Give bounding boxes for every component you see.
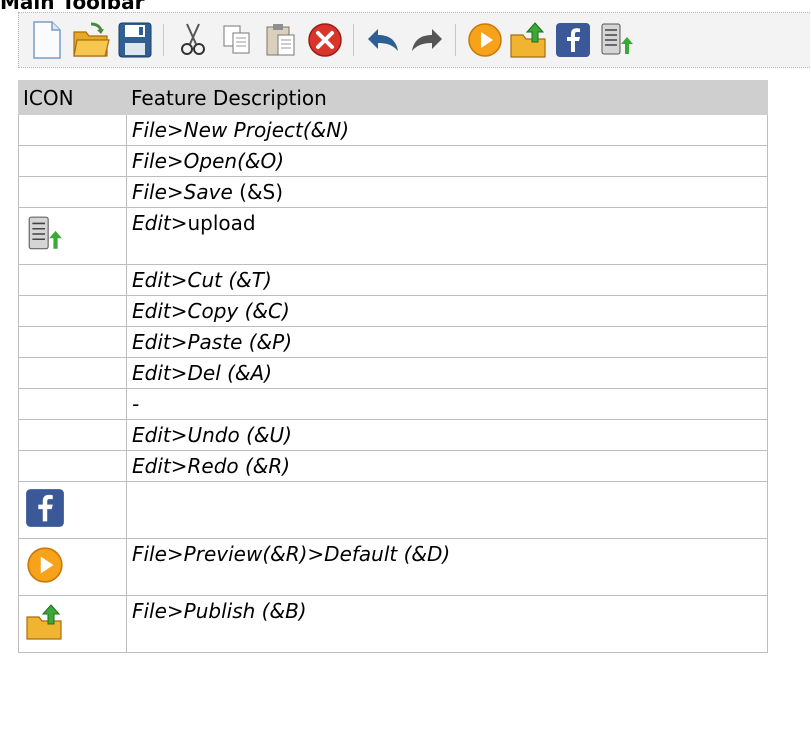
icon-cell — [18, 264, 127, 296]
new-project-button[interactable] — [25, 18, 69, 62]
description-cell: Edit>Cut (&T) — [126, 264, 768, 296]
icon-cell — [18, 357, 127, 389]
facebook-icon — [556, 23, 590, 57]
menu-path: File>New Project(&N) — [132, 118, 350, 142]
upload-server-icon — [601, 23, 633, 55]
description-cell: File>Preview(&R)>Default (&D) — [126, 538, 768, 596]
description-cell: Edit>Copy (&C) — [126, 295, 768, 327]
description-cell: Edit>Del (&A) — [126, 357, 768, 389]
description-cell: Edit>Redo (&R) — [126, 450, 768, 482]
icon-cell — [18, 595, 127, 653]
copy-icon — [223, 25, 250, 54]
undo-button[interactable] — [361, 18, 405, 62]
icon-cell — [18, 207, 127, 265]
publish-button[interactable] — [507, 18, 551, 62]
paste-button[interactable] — [259, 18, 303, 62]
table-row: Edit>Redo (&R) — [18, 450, 768, 482]
table-row: Edit>upload — [18, 207, 768, 265]
delete-button[interactable] — [303, 18, 347, 62]
facebook-button[interactable] — [551, 18, 595, 62]
save-floppy-icon — [118, 22, 152, 58]
preview-play-icon — [27, 547, 63, 583]
menu-path: - — [132, 392, 140, 416]
upload-button[interactable] — [595, 18, 639, 62]
new-document-icon — [33, 21, 61, 59]
page-title: Main Toolbar — [0, 0, 145, 14]
menu-path: File>Save — [132, 180, 233, 204]
description-cell: Edit>upload — [126, 207, 768, 265]
icon-cell — [18, 145, 127, 177]
open-button[interactable] — [69, 18, 113, 62]
paste-clipboard-icon — [266, 24, 295, 56]
description-cell: File>New Project(&N) — [126, 114, 768, 146]
icon-cell — [18, 538, 127, 596]
redo-button[interactable] — [405, 18, 449, 62]
preview-button[interactable] — [463, 18, 507, 62]
column-header-description: Feature Description — [126, 80, 768, 115]
icon-cell — [18, 450, 127, 482]
table-row: Edit>Undo (&U) — [18, 419, 768, 451]
delete-red-x-icon — [308, 23, 342, 57]
cut-button[interactable] — [171, 18, 215, 62]
icon-cell — [18, 114, 127, 146]
table-row: File>New Project(&N) — [18, 114, 768, 146]
icon-cell — [18, 481, 127, 539]
toolbar-separator — [347, 18, 361, 62]
icon-cell — [18, 388, 127, 420]
description-cell: Edit>Paste (&P) — [126, 326, 768, 358]
feature-table: ICON Feature Description File>New Projec… — [18, 80, 768, 653]
description-cell: File>Open(&O) — [126, 145, 768, 177]
menu-path: Edit> — [132, 211, 188, 235]
table-row: Edit>Del (&A) — [18, 357, 768, 389]
menu-path: Edit>Del (&A) — [132, 361, 272, 385]
description-cell: File>Save (&S) — [126, 176, 768, 208]
icon-cell — [18, 419, 127, 451]
cut-scissors-icon — [181, 23, 205, 55]
undo-arrow-icon — [368, 29, 398, 51]
description-cell: - — [126, 388, 768, 420]
menu-path: Edit>Cut (&T) — [132, 268, 272, 292]
table-row: File>Publish (&B) — [18, 595, 768, 653]
column-header-icon: ICON — [18, 80, 127, 115]
preview-play-icon — [468, 23, 502, 57]
publish-folder-up-icon — [510, 22, 546, 58]
feature-text: upload — [187, 211, 256, 235]
menu-path: Edit>Undo (&U) — [132, 423, 292, 447]
description-cell: Edit>Undo (&U) — [126, 419, 768, 451]
main-toolbar — [18, 12, 810, 68]
menu-path: File>Preview(&R)>Default (&D) — [132, 542, 451, 566]
upload-server-icon — [28, 216, 62, 250]
toolbar-separator — [449, 18, 463, 62]
menu-path: File>Open(&O) — [132, 149, 285, 173]
icon-cell — [18, 295, 127, 327]
copy-button[interactable] — [215, 18, 259, 62]
table-row: - — [18, 388, 768, 420]
publish-folder-up-icon — [26, 604, 62, 640]
icon-cell — [18, 176, 127, 208]
redo-arrow-icon — [412, 29, 442, 51]
toolbar-separator — [157, 18, 171, 62]
description-cell — [126, 481, 768, 539]
menu-path: Edit>Copy (&C) — [132, 299, 290, 323]
table-row — [18, 481, 768, 539]
icon-cell — [18, 326, 127, 358]
table-row: Edit>Copy (&C) — [18, 295, 768, 327]
menu-path: File>Publish (&B) — [132, 599, 307, 623]
table-row: File>Preview(&R)>Default (&D) — [18, 538, 768, 596]
table-header-row: ICON Feature Description — [18, 80, 768, 115]
description-cell: File>Publish (&B) — [126, 595, 768, 653]
facebook-icon — [26, 489, 64, 527]
table-row: File>Open(&O) — [18, 145, 768, 177]
table-row: Edit>Cut (&T) — [18, 264, 768, 296]
menu-path: Edit>Paste (&P) — [132, 330, 292, 354]
menu-path: Edit>Redo (&R) — [132, 454, 291, 478]
save-button[interactable] — [113, 18, 157, 62]
table-row: File>Save (&S) — [18, 176, 768, 208]
shortcut-text: (&S) — [232, 180, 284, 204]
table-row: Edit>Paste (&P) — [18, 326, 768, 358]
open-folder-icon — [73, 22, 110, 57]
